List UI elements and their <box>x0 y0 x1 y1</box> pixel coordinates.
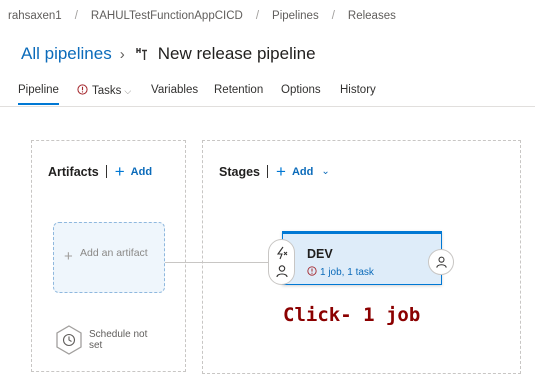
tab-options[interactable]: Options <box>281 84 321 96</box>
breadcrumb-organization[interactable]: rahsaxen1 <box>8 10 62 22</box>
add-stage-button[interactable]: Add <box>292 166 313 178</box>
tab-bar: Pipeline Tasks ⌵ Variables Retention Opti… <box>0 76 535 107</box>
stage-status-text: 1 job, 1 task <box>320 267 374 278</box>
page-title: New release pipeline <box>157 44 316 63</box>
warning-circle-icon <box>77 84 88 95</box>
chevron-down-icon[interactable]: ⌄ <box>321 166 329 177</box>
plus-icon[interactable]: + <box>115 163 125 180</box>
tab-retention[interactable]: Retention <box>214 84 263 96</box>
person-icon <box>436 256 447 268</box>
tab-history[interactable]: History <box>340 84 376 96</box>
page-header: All pipelines › New release pipeline <box>21 44 316 64</box>
breadcrumb-project[interactable]: RAHULTestFunctionAppCICD <box>91 10 243 22</box>
plus-icon: + <box>64 248 73 265</box>
stages-header: Stages + Add ⌄ <box>219 163 330 180</box>
person-icon[interactable] <box>275 264 289 278</box>
divider <box>267 165 268 178</box>
breadcrumb-separator: / <box>331 10 335 22</box>
chevron-down-icon: ⌵ <box>124 86 132 96</box>
schedule-icon[interactable] <box>55 325 83 355</box>
chevron-right-icon: › <box>119 45 125 63</box>
warning-circle-icon <box>307 266 317 276</box>
tab-tasks[interactable]: Tasks ⌵ <box>77 84 131 97</box>
tab-pipeline[interactable]: Pipeline <box>18 84 59 105</box>
post-deployment-conditions[interactable] <box>428 249 454 275</box>
stage-name[interactable]: DEV <box>307 247 333 261</box>
artifacts-header: Artifacts + Add <box>48 163 152 180</box>
breadcrumb-separator: / <box>74 10 78 22</box>
artifacts-heading: Artifacts <box>48 164 99 179</box>
add-artifact-link[interactable]: Add <box>131 166 152 178</box>
tab-tasks-label: Tasks <box>92 85 122 97</box>
add-artifact-button[interactable]: + Add an artifact <box>53 222 165 293</box>
all-pipelines-link[interactable]: All pipelines <box>21 44 112 64</box>
plus-icon[interactable]: + <box>276 163 286 180</box>
pre-deployment-conditions[interactable] <box>268 239 295 285</box>
release-pipeline-icon <box>136 48 147 60</box>
lightning-icon[interactable] <box>275 246 289 260</box>
annotation-text: Click- 1 job <box>283 304 421 326</box>
stage-job-link[interactable]: 1 job, 1 task <box>307 266 374 278</box>
breadcrumb-pipelines[interactable]: Pipelines <box>272 10 319 22</box>
breadcrumb-separator: / <box>255 10 260 22</box>
add-artifact-label: Add an artifact <box>80 247 148 259</box>
tab-variables[interactable]: Variables <box>151 84 198 96</box>
breadcrumb-releases[interactable]: Releases <box>348 10 396 22</box>
breadcrumb: rahsaxen1 / RAHULTestFunctionAppCICD / Pipel… <box>8 10 396 22</box>
schedule-label[interactable]: Schedule not set <box>89 329 149 351</box>
divider <box>105 165 107 178</box>
stages-heading: Stages <box>219 164 260 179</box>
